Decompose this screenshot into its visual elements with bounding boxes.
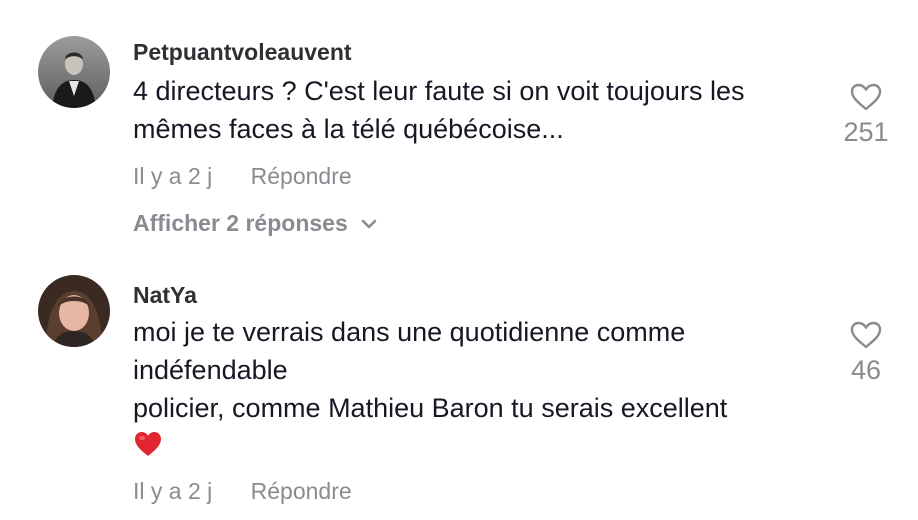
comment-meta: Il y a 2 j Répondre bbox=[133, 478, 352, 505]
comment-list: Petpuantvoleauvent 4 directeurs ? C'est … bbox=[0, 0, 918, 520]
comment-item: NatYa moi je te verrais dans une quotidi… bbox=[0, 270, 918, 520]
comment-text-line: 4 directeurs ? C'est leur faute si on vo… bbox=[133, 76, 745, 106]
reply-button[interactable]: Répondre bbox=[251, 163, 352, 189]
like-control: 251 bbox=[836, 82, 896, 148]
comment-text-line: mêmes faces à la télé québécoise... bbox=[133, 114, 564, 144]
comment-username[interactable]: Petpuantvoleauvent bbox=[133, 39, 352, 66]
view-replies-label: Afficher 2 réponses bbox=[133, 210, 348, 236]
comment-text-line: indéfendable bbox=[133, 355, 288, 385]
heart-outline-icon[interactable] bbox=[849, 82, 883, 112]
like-control: 46 bbox=[836, 320, 896, 386]
reply-button[interactable]: Répondre bbox=[251, 478, 352, 504]
comment-text: 4 directeurs ? C'est leur faute si on vo… bbox=[133, 72, 823, 148]
avatar[interactable] bbox=[38, 275, 110, 347]
like-count: 46 bbox=[850, 355, 882, 385]
comment-text-line: policier, comme Mathieu Baron tu serais … bbox=[133, 393, 728, 423]
chevron-down-icon bbox=[361, 219, 377, 228]
comment-timestamp: Il y a 2 j bbox=[133, 163, 213, 189]
red-heart-emoji-icon bbox=[135, 432, 161, 456]
comment-timestamp: Il y a 2 j bbox=[133, 478, 213, 504]
comment-username[interactable]: NatYa bbox=[133, 282, 197, 309]
comment-text-line: moi je te verrais dans une quotidienne c… bbox=[133, 317, 686, 347]
comment-emoji-line bbox=[133, 427, 823, 465]
heart-outline-icon[interactable] bbox=[849, 320, 883, 350]
comment-text: moi je te verrais dans une quotidienne c… bbox=[133, 313, 823, 465]
comment-meta: Il y a 2 j Répondre bbox=[133, 163, 352, 190]
like-count: 251 bbox=[843, 117, 889, 147]
avatar-image bbox=[38, 275, 110, 347]
comment-item: Petpuantvoleauvent 4 directeurs ? C'est … bbox=[0, 0, 918, 260]
avatar-image bbox=[38, 36, 110, 108]
avatar[interactable] bbox=[38, 36, 110, 108]
view-replies-button[interactable]: Afficher 2 réponses bbox=[133, 210, 378, 237]
